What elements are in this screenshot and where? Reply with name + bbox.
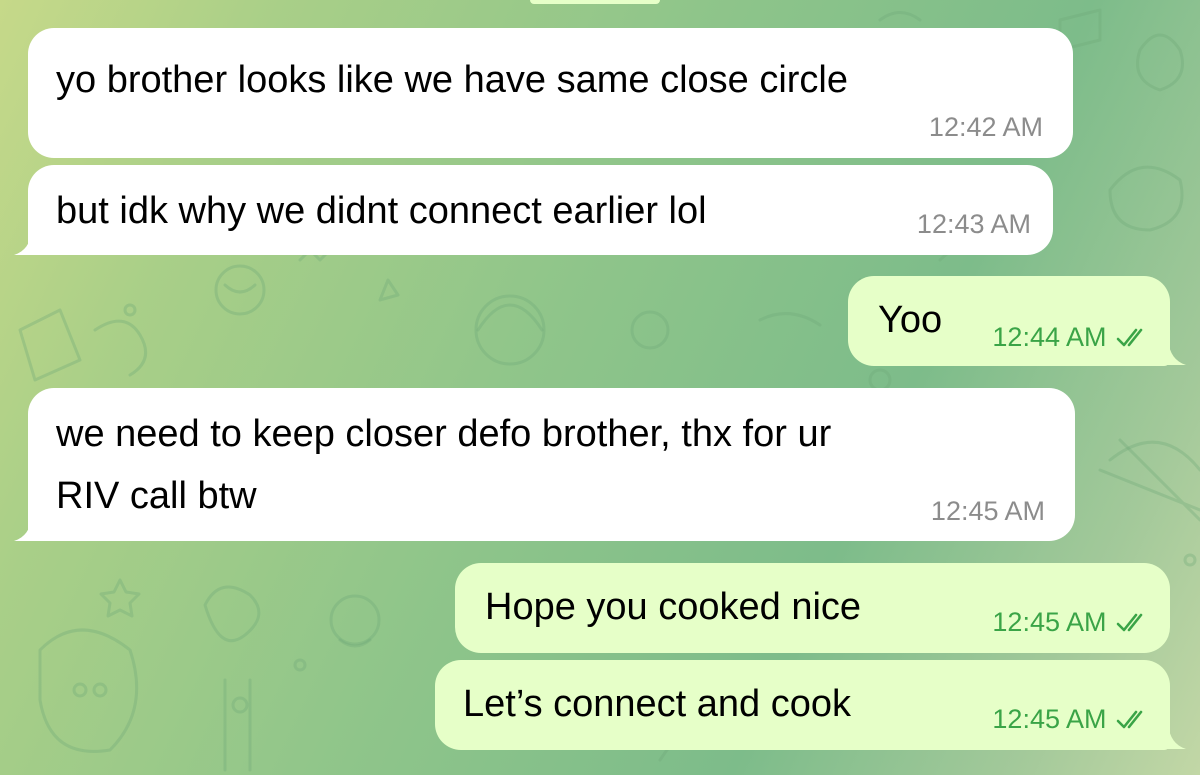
message-timestamp: 12:45 AM: [992, 704, 1107, 734]
double-check-read-icon: [1116, 328, 1143, 347]
outgoing-bubble-tail: [1156, 724, 1186, 749]
outgoing-bubble-tail: [1156, 340, 1186, 365]
message-text: Hope you cooked nice: [485, 586, 862, 628]
message-timestamp: 12:44 AM: [992, 322, 1107, 352]
message-timestamp: 12:42 AM: [928, 112, 1043, 142]
message-text: Let’s connect and cook: [463, 683, 852, 725]
message-status: 12:45 AM: [992, 704, 1150, 734]
message-status: 12:45 AM: [992, 607, 1150, 637]
message-timestamp: 12:43 AM: [916, 209, 1031, 239]
message-text-line: we need to keep closer defo brother, thx…: [56, 413, 832, 455]
double-check-read-icon: [1116, 710, 1143, 729]
message-timestamp: 12:45 AM: [992, 607, 1107, 637]
message-status: 12:44 AM: [992, 322, 1150, 352]
outgoing-message[interactable]: Let’s connect and cook 12:45 AM: [435, 660, 1170, 750]
message-text: Yoo: [878, 299, 943, 341]
incoming-bubble-tail: [14, 230, 44, 255]
outgoing-message[interactable]: Yoo 12:44 AM: [848, 276, 1170, 366]
message-text-line: RIV call btw: [56, 475, 257, 517]
message-text: but idk why we didnt connect earlier lol: [56, 190, 707, 232]
chat-message-list[interactable]: yo brother looks like we have same close…: [0, 0, 1200, 775]
incoming-message[interactable]: but idk why we didnt connect earlier lol…: [28, 165, 1053, 255]
message-text: yo brother looks like we have same close…: [56, 59, 849, 101]
incoming-message[interactable]: we need to keep closer defo brother, thx…: [28, 388, 1075, 541]
double-check-read-icon: [1116, 613, 1143, 632]
incoming-bubble-tail: [14, 516, 44, 541]
message-timestamp: 12:45 AM: [930, 496, 1045, 526]
outgoing-message[interactable]: Hope you cooked nice 12:45 AM: [455, 563, 1170, 653]
incoming-message[interactable]: yo brother looks like we have same close…: [28, 28, 1073, 158]
